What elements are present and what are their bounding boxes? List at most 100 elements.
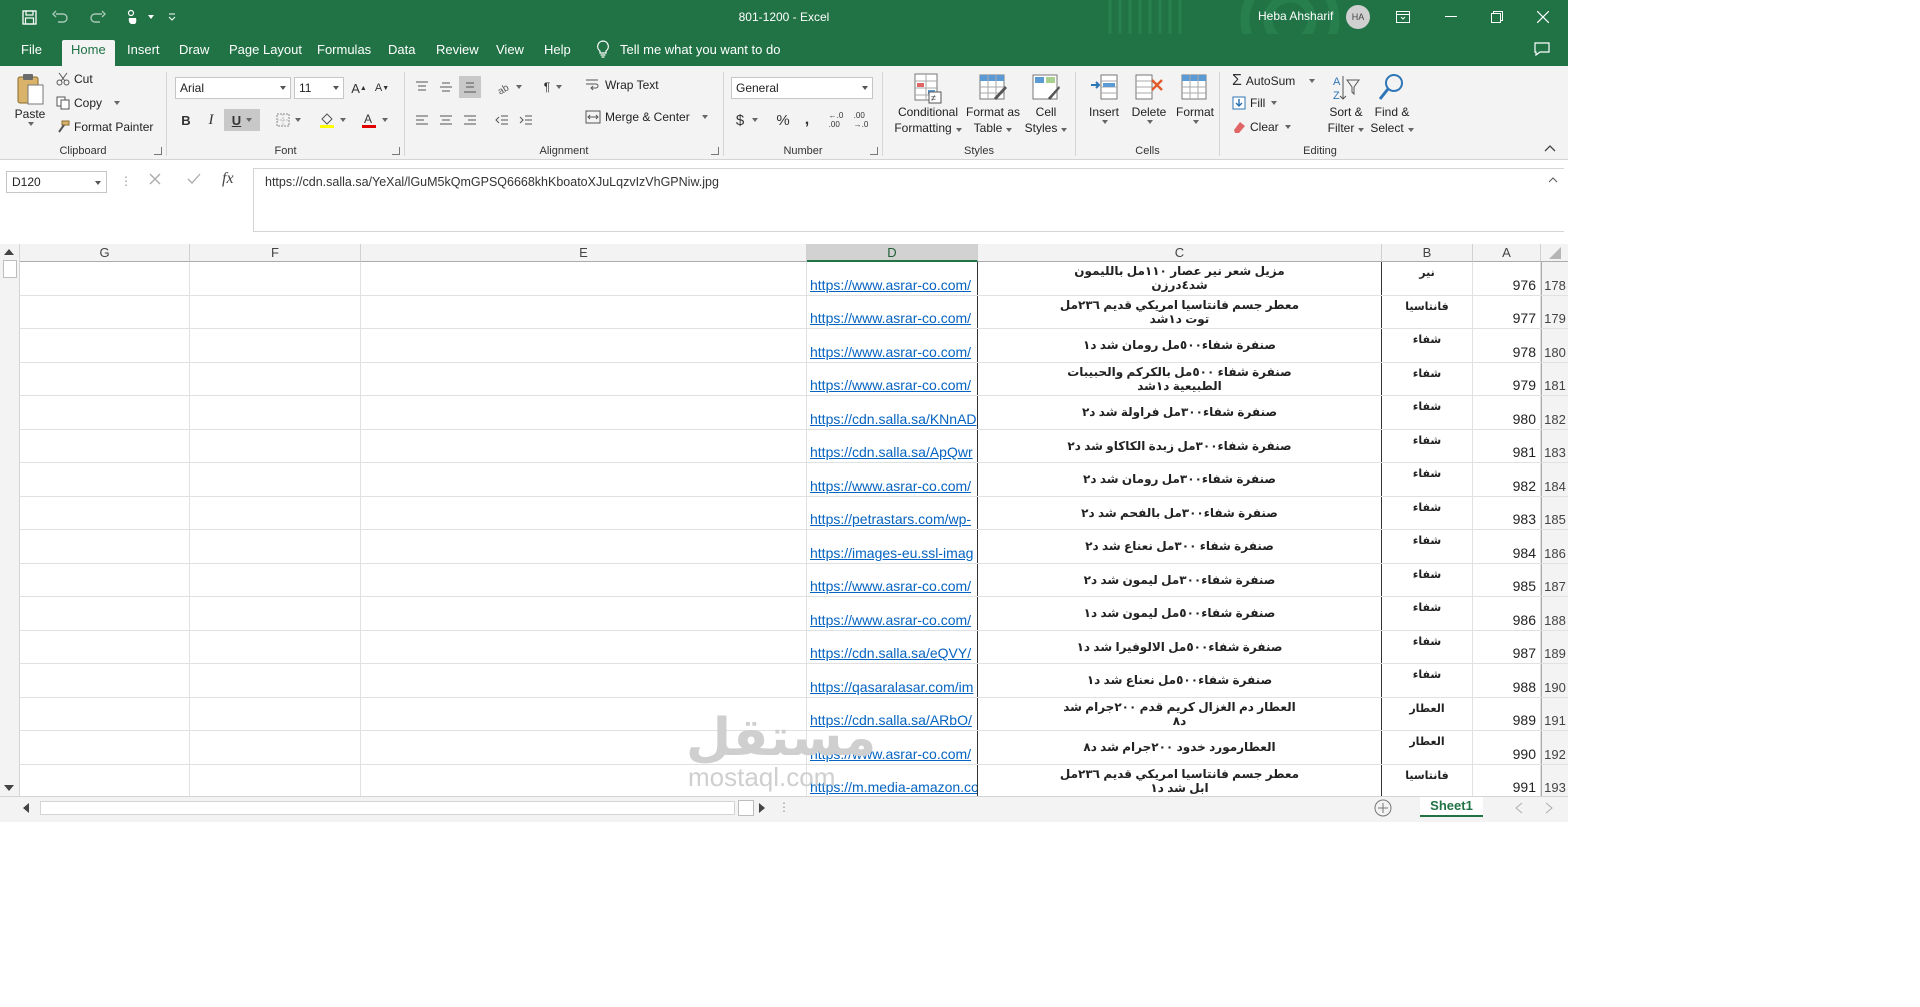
cell-styles-button[interactable]: Cell Styles — [1023, 72, 1069, 136]
font-size-select[interactable]: 11 — [294, 77, 344, 99]
link-text[interactable]: https://www.asrar-co.com/ — [810, 310, 971, 326]
align-middle-icon[interactable] — [435, 76, 457, 98]
link-text[interactable]: https://images-eu.ssl-imag — [810, 545, 973, 561]
link-text[interactable]: https://cdn.salla.sa/KNnAD — [810, 411, 977, 427]
font-launcher-icon[interactable] — [392, 147, 400, 155]
cell-d-link[interactable]: https://www.asrar-co.com/ — [807, 329, 978, 362]
decrease-indent-icon[interactable] — [491, 109, 513, 131]
cell-a-number[interactable]: 988 — [1473, 664, 1541, 697]
delete-cells-button[interactable]: Delete — [1126, 72, 1172, 124]
cell-c-product[interactable]: معطر جسم فانتاسيا امريكي قديم ٢٣٦مل توت … — [978, 295, 1382, 328]
row-header[interactable]: 181 — [1541, 362, 1568, 395]
cell-e[interactable] — [361, 597, 807, 630]
align-center-icon[interactable] — [435, 109, 457, 131]
cell-f[interactable] — [190, 630, 361, 663]
currency-icon[interactable]: $ — [730, 109, 764, 131]
cell-b-brand[interactable]: شفاء — [1382, 396, 1473, 429]
cell-c-product[interactable]: العطارمورد خدود ٢٠٠جرام شد د٨ — [978, 731, 1382, 764]
tab-page-layout[interactable]: Page Layout — [220, 40, 311, 66]
cell-c-product[interactable]: معطر جسم فانتاسيا امريكي قديم ٢٣٦مل ابل … — [978, 764, 1382, 796]
cell-g[interactable] — [20, 496, 190, 529]
restore-icon[interactable] — [1474, 0, 1520, 34]
cell-a-number[interactable]: 979 — [1473, 362, 1541, 395]
confirm-entry-icon[interactable] — [186, 172, 202, 186]
row-header[interactable]: 187 — [1541, 563, 1568, 596]
cell-c-product[interactable]: صنفرة شفاء٣٠٠مل زبدة الكاكاو شد د٢ — [978, 429, 1382, 462]
link-text[interactable]: https://www.asrar-co.com/ — [810, 578, 971, 594]
row-header[interactable]: 183 — [1541, 429, 1568, 462]
worksheet-grid[interactable]: G F E D C B A https://www.asrar-co.com/م… — [0, 244, 1568, 796]
format-cells-button[interactable]: Format — [1172, 72, 1218, 124]
tab-file[interactable]: File — [12, 40, 51, 66]
cell-f[interactable] — [190, 697, 361, 730]
cell-g[interactable] — [20, 396, 190, 429]
close-icon[interactable] — [1520, 0, 1566, 34]
user-name[interactable]: Heba Ahsharif — [1258, 9, 1333, 23]
decrease-font-icon[interactable]: A ▼ — [371, 77, 393, 99]
row-header[interactable]: 180 — [1541, 329, 1568, 362]
decrease-decimal-icon[interactable]: .00 →.0 — [850, 109, 872, 131]
increase-decimal-icon[interactable]: ←.0.00 — [825, 109, 847, 131]
select-all-corner[interactable] — [1541, 244, 1568, 262]
link-text[interactable]: https://cdn.salla.sa/ARbO/ — [810, 712, 972, 728]
cell-e[interactable] — [361, 697, 807, 730]
cell-e[interactable] — [361, 563, 807, 596]
cell-d-link[interactable]: https://images-eu.ssl-imag — [807, 530, 978, 563]
cell-a-number[interactable]: 989 — [1473, 697, 1541, 730]
expand-formula-bar-icon[interactable] — [1548, 176, 1558, 184]
cell-g[interactable] — [20, 597, 190, 630]
name-box[interactable]: D120 — [6, 171, 107, 193]
cell-b-brand[interactable]: شفاء — [1382, 664, 1473, 697]
cell-c-product[interactable]: صنفرة شفاء ٣٠٠مل نعناع شد د٢ — [978, 530, 1382, 563]
row-header[interactable]: 188 — [1541, 597, 1568, 630]
cell-a-number[interactable]: 990 — [1473, 731, 1541, 764]
cell-b-brand[interactable]: شفاء — [1382, 597, 1473, 630]
column-header-e[interactable]: E — [361, 244, 807, 262]
cell-g[interactable] — [20, 329, 190, 362]
tab-review[interactable]: Review — [427, 40, 488, 66]
row-header[interactable]: 189 — [1541, 630, 1568, 663]
link-text[interactable]: https://www.asrar-co.com/ — [810, 377, 971, 393]
cell-c-product[interactable]: صنفرة شفاء٣٠٠مل رومان شد د٢ — [978, 463, 1382, 496]
cell-f[interactable] — [190, 429, 361, 462]
row-header[interactable]: 190 — [1541, 664, 1568, 697]
cell-a-number[interactable]: 985 — [1473, 563, 1541, 596]
cell-a-number[interactable]: 982 — [1473, 463, 1541, 496]
cell-e[interactable] — [361, 664, 807, 697]
column-header-d[interactable]: D — [807, 244, 978, 262]
horizontal-scroll-thumb[interactable] — [738, 800, 754, 816]
cell-f[interactable] — [190, 329, 361, 362]
cancel-entry-icon[interactable] — [148, 172, 162, 186]
cell-a-number[interactable]: 983 — [1473, 496, 1541, 529]
column-header-c[interactable]: C — [978, 244, 1382, 262]
percent-icon[interactable]: % — [772, 109, 794, 131]
font-name-select[interactable]: Arial — [175, 77, 291, 99]
cell-g[interactable] — [20, 731, 190, 764]
borders-icon[interactable] — [271, 109, 305, 131]
cell-a-number[interactable]: 976 — [1473, 262, 1541, 295]
row-header[interactable]: 184 — [1541, 463, 1568, 496]
tab-view[interactable]: View — [487, 40, 533, 66]
align-right-icon[interactable] — [459, 109, 481, 131]
cell-b-brand[interactable]: فانتاسيا — [1382, 764, 1473, 796]
avatar[interactable]: HA — [1346, 5, 1370, 29]
conditional-formatting-button[interactable]: ≠ Conditional Formatting — [891, 72, 965, 136]
cell-b-brand[interactable]: شفاء — [1382, 463, 1473, 496]
number-format-select[interactable]: General — [731, 77, 873, 99]
cell-f[interactable] — [190, 496, 361, 529]
cell-e[interactable] — [361, 764, 807, 796]
cell-d-link[interactable]: https://www.asrar-co.com/ — [807, 362, 978, 395]
row-header[interactable]: 179 — [1541, 295, 1568, 328]
row-header[interactable]: 185 — [1541, 496, 1568, 529]
cell-g[interactable] — [20, 697, 190, 730]
cell-a-number[interactable]: 987 — [1473, 630, 1541, 663]
cell-c-product[interactable]: مزيل شعر نير عصار ١١٠مل بالليمون شد٤درزن — [978, 262, 1382, 295]
underline-icon[interactable]: U — [224, 109, 260, 131]
cell-e[interactable] — [361, 429, 807, 462]
cell-f[interactable] — [190, 530, 361, 563]
cell-d-link[interactable]: https://www.asrar-co.com/ — [807, 731, 978, 764]
cell-g[interactable] — [20, 295, 190, 328]
link-text[interactable]: https://qasaralasar.com/im — [810, 679, 973, 695]
insert-cells-button[interactable]: Insert — [1082, 72, 1126, 124]
cell-e[interactable] — [361, 262, 807, 295]
